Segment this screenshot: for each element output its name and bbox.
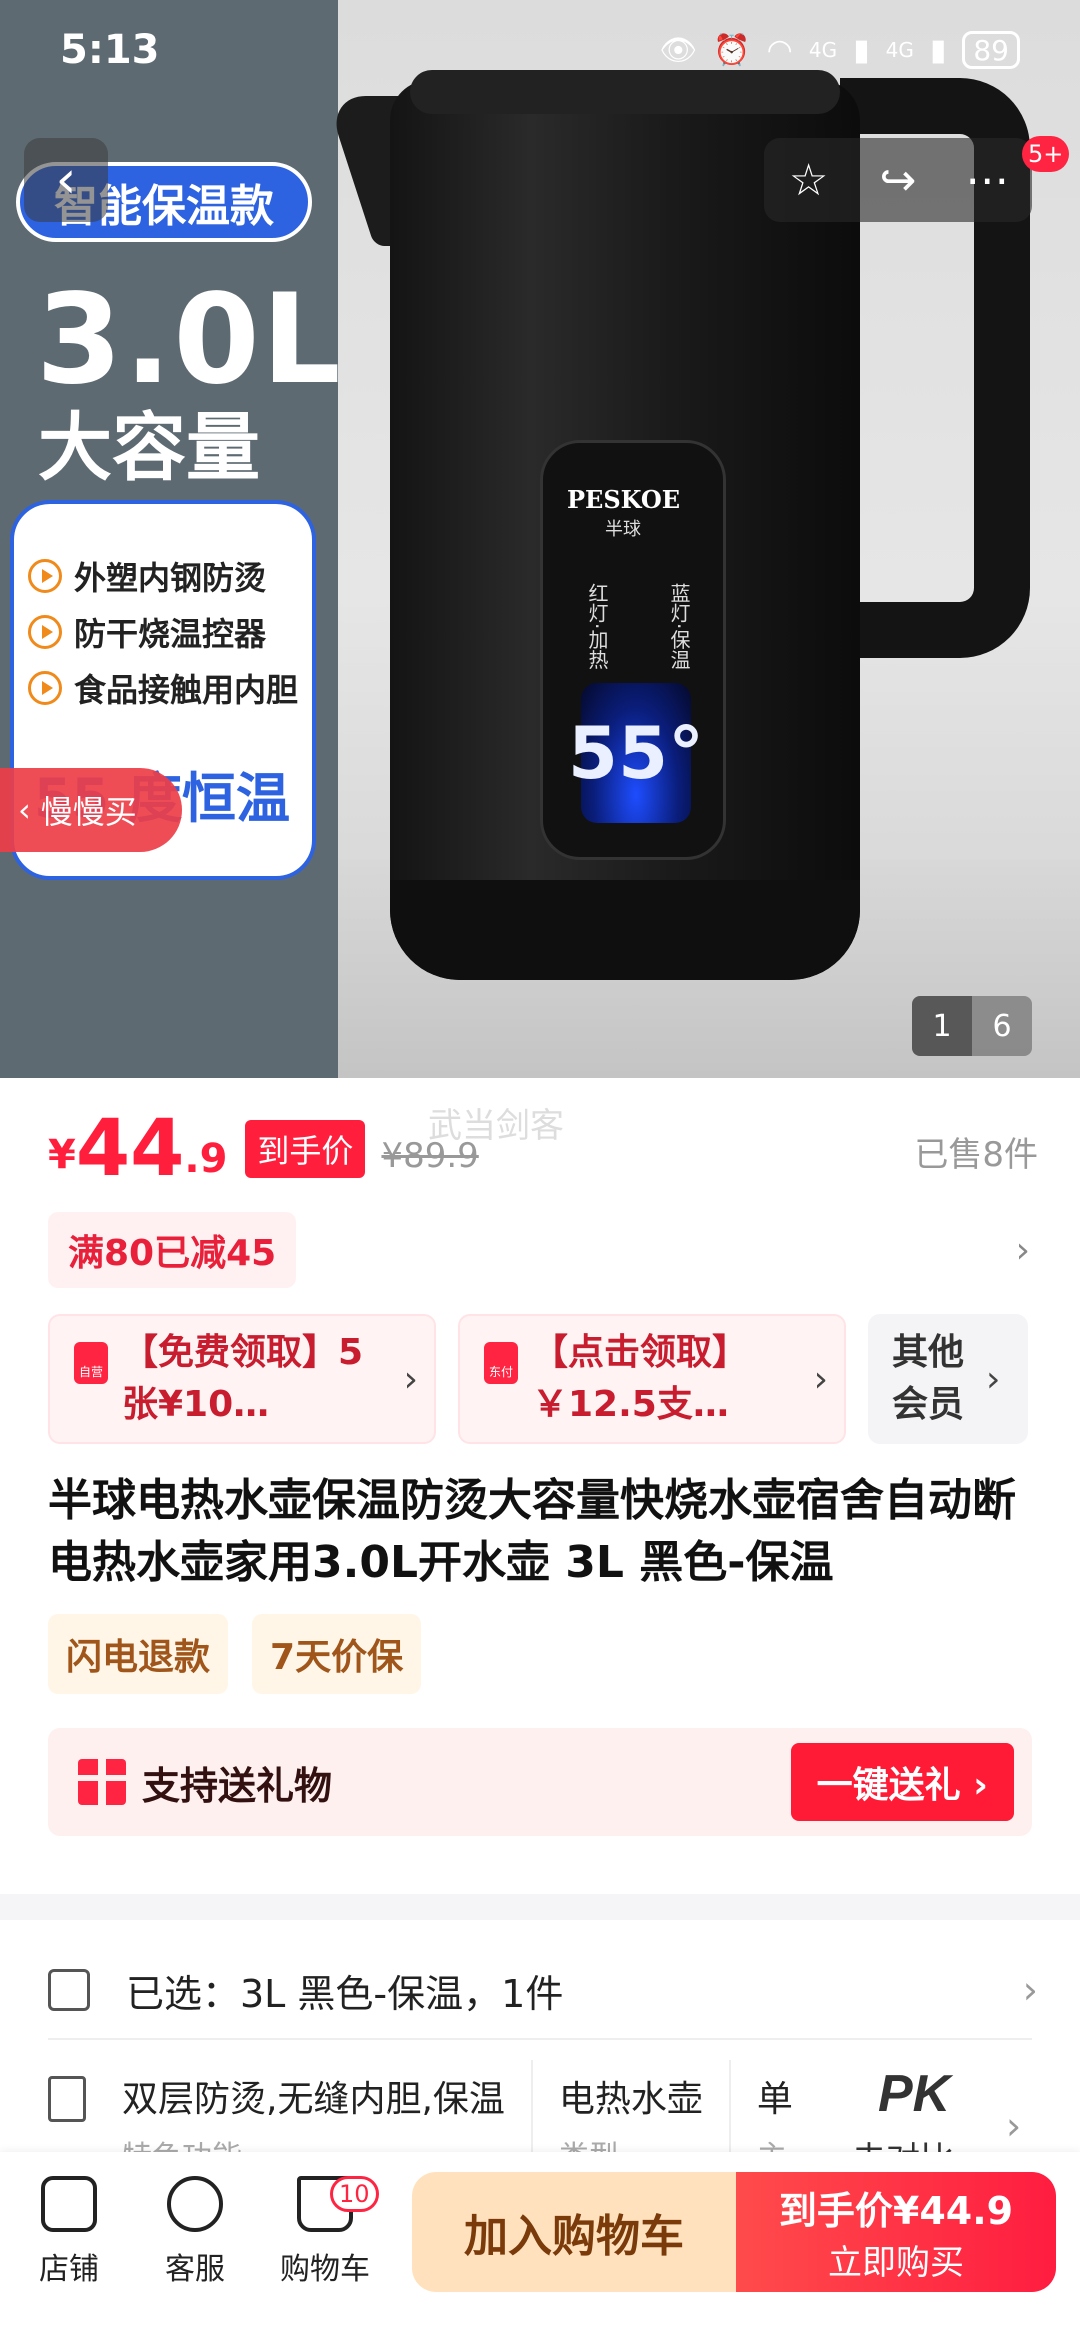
chevron-right-icon: › <box>986 1358 1001 1400</box>
pk-compare-icon[interactable]: PK <box>878 2064 950 2124</box>
back-button[interactable]: ‹ <box>24 138 108 222</box>
top-action-bar: ☆ ↪ ⋯ <box>764 138 1032 222</box>
slow-buy-tab[interactable]: ‹ 慢慢买 <box>0 768 182 852</box>
sold-count: 已售8件 <box>914 1135 1038 1175</box>
brand-logo-cn: 半球 <box>605 519 641 540</box>
buy-now-label: 立即购买 <box>828 2243 964 2283</box>
service-label: 客服 <box>165 2252 225 2287</box>
chevron-right-icon: › <box>813 1358 828 1400</box>
gift-bar: 支持送礼物 一键送礼 › <box>48 1728 1032 1836</box>
service-tag: 7天价保 <box>252 1614 422 1694</box>
original-price: ¥89.9 <box>381 1136 479 1176</box>
member-coupon-card[interactable]: 其他会员 › <box>868 1314 1028 1444</box>
price-currency: ¥ <box>48 1132 76 1178</box>
coupon-icon: 自营 <box>74 1342 108 1384</box>
spec-selector-row[interactable]: 已选：3L 黑色-保温，1件 › <box>48 1942 1038 2038</box>
price-row: ¥ 44 .9 到手价 ¥89.9 已售8件 <box>48 1104 1038 1194</box>
eye-icon: 👁 <box>659 32 698 68</box>
status-icons: 👁 ⏰ ◠ 4G ▮ 4G ▮ 89 <box>659 31 1020 69</box>
bottom-action-bar: 店铺 客服 购物车 10 加入购物车 到手价¥44.9 立即购买 <box>0 2152 1080 2340</box>
document-icon <box>48 2076 86 2122</box>
discount-row[interactable]: 满80已减45 › <box>48 1212 1038 1288</box>
signal-icon: ▮ <box>853 32 870 68</box>
gift-icon <box>78 1759 126 1805</box>
add-to-cart-button[interactable]: 加入购物车 <box>412 2172 736 2292</box>
final-price-tag: 到手价 <box>245 1120 366 1178</box>
cart-count-badge: 10 <box>330 2176 379 2212</box>
service-tag: 闪电退款 <box>48 1614 229 1694</box>
kettle-control-panel: PESKOE 半球 红灯·加热 蓝灯·保温 55° <box>540 440 726 860</box>
chevron-left-icon: ‹ <box>18 791 31 829</box>
shop-label: 店铺 <box>39 2252 99 2287</box>
shop-icon <box>41 2176 97 2232</box>
brand-logo: PESKOE <box>567 485 681 514</box>
signal-icon: 4G <box>885 38 914 62</box>
divider <box>48 2038 1032 2040</box>
alarm-icon: ⏰ <box>713 32 751 68</box>
cart-label: 购物车 <box>280 2252 370 2287</box>
play-bullet-icon <box>28 559 62 593</box>
gift-label: 支持送礼物 <box>142 1763 333 1808</box>
chevron-right-icon: › <box>1006 2104 1022 2148</box>
coupon-text: 【点击领取】￥12.5支… <box>532 1332 749 1425</box>
kettle-base <box>390 880 860 980</box>
capacity-subtitle: 大容量 <box>38 405 260 491</box>
service-nav[interactable]: 客服 <box>140 2176 250 2288</box>
checklist-icon <box>48 1969 90 2011</box>
coupon-row: 自营 【免费领取】5张¥10… › 东付 【点击领取】￥12.5支… › 其他会… <box>48 1314 1080 1446</box>
chevron-right-icon: › <box>1015 1229 1030 1271</box>
coupon-icon: 东付 <box>484 1342 518 1384</box>
price-decimal: .9 <box>184 1136 228 1182</box>
share-icon[interactable]: ↪ <box>863 155 933 206</box>
service-tags: 闪电退款 7天价保 <box>48 1614 422 1694</box>
chevron-right-icon: › <box>1022 1968 1038 2012</box>
price-integer: 44 <box>75 1104 185 1194</box>
section-divider <box>0 1894 1080 1920</box>
discount-chip: 满80已减45 <box>48 1212 297 1288</box>
image-counter: 1 6 <box>912 996 1032 1056</box>
feature-item: 防干烧温控器 <box>28 604 312 660</box>
member-text: 其他会员 <box>892 1332 965 1425</box>
status-time: 5:13 <box>60 27 160 73</box>
buy-now-button[interactable]: 到手价¥44.9 立即购买 <box>736 2172 1056 2292</box>
chevron-right-icon: › <box>403 1358 418 1400</box>
signal-icon: ▮ <box>929 32 947 68</box>
coupon-text: 【免费领取】5张¥10… <box>122 1332 364 1425</box>
star-icon[interactable]: ☆ <box>774 155 844 206</box>
play-bullet-icon <box>28 671 62 705</box>
customer-service-icon <box>167 2176 223 2232</box>
send-gift-button[interactable]: 一键送礼 › <box>790 1743 1014 1821</box>
wifi-icon: ◠ <box>766 32 793 68</box>
play-bullet-icon <box>28 615 62 649</box>
shop-nav[interactable]: 店铺 <box>14 2176 124 2288</box>
feature-item: 食品接触用内胆 <box>28 660 312 716</box>
panel-keep-warm-label: 蓝灯·保温 <box>667 583 691 670</box>
temperature-display: 55° <box>568 683 704 823</box>
coupon-card[interactable]: 东付 【点击领取】￥12.5支… › <box>458 1314 846 1444</box>
message-badge: 5+ <box>1022 136 1070 172</box>
feature-item: 外塑内钢防烫 <box>28 548 312 604</box>
more-icon[interactable]: ⋯ <box>952 155 1022 206</box>
panel-heat-label: 红灯·加热 <box>585 583 609 670</box>
battery-icon: 89 <box>962 31 1020 69</box>
product-title: 半球电热水壶保温防烫大容量快烧水壶宿舍自动断电热水壶家用3.0L开水壶 3L 黑… <box>48 1475 1016 1588</box>
signal-icon: 4G <box>808 38 838 62</box>
status-bar: 5:13 👁 ⏰ ◠ 4G ▮ 4G ▮ 89 <box>0 0 1080 100</box>
coupon-card[interactable]: 自营 【免费领取】5张¥10… › <box>48 1314 436 1444</box>
selected-spec: 已选：3L 黑色-保温，1件 <box>126 1971 564 2016</box>
chevron-left-icon: ‹ <box>55 150 77 210</box>
buy-price-label: 到手价¥44.9 <box>778 2189 1014 2233</box>
